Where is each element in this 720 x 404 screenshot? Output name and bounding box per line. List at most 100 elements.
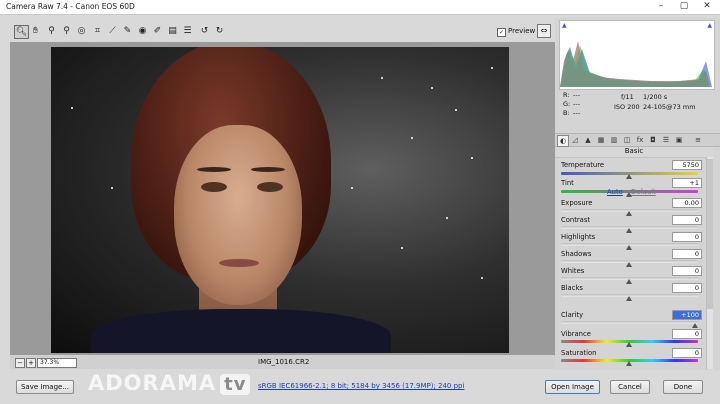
clarity-knob[interactable] [692,323,698,328]
panel-scrollbar[interactable] [706,157,713,369]
white-balance-tool-icon[interactable]: ⚲ [45,25,58,37]
clarity-slider[interactable] [561,321,698,324]
detail-tab-icon[interactable]: ▲ [583,135,593,145]
blacks-knob[interactable] [626,296,632,301]
r-value: --- [573,91,581,99]
left-brow [197,167,231,172]
crop-tool-icon[interactable]: ⌗ [91,25,104,37]
snapshots-tab-icon[interactable]: ▣ [674,135,684,145]
maximize-button[interactable]: ▢ [673,0,695,13]
temperature-label: Temperature [561,161,605,169]
fullscreen-toggle-icon[interactable]: ⇔ [537,24,551,38]
red-eye-tool-icon[interactable]: ◉ [136,25,149,37]
preferences-tool-icon[interactable]: ☰ [181,25,194,37]
adorama-watermark: ADORAMA tv [88,371,251,395]
vibrance-knob[interactable] [626,342,632,347]
done-button[interactable]: Done [663,380,703,394]
targeted-adjustment-tool-icon[interactable]: ◎ [75,25,88,37]
title-bar: Camera Raw 7.4 - Canon EOS 60D – ▢ ✕ [0,0,720,15]
zoom-tool-icon[interactable]: 🔍︎ [14,25,29,39]
iso-value: ISO 200 [614,103,640,111]
whites-label: Whites [561,267,585,275]
left-eye [201,182,227,192]
graduated-filter-tool-icon[interactable]: ▤ [166,25,179,37]
basic-tab-icon[interactable]: ◐ [557,135,569,147]
spot-removal-tool-icon[interactable]: ✎ [121,25,134,37]
hand-tool-icon[interactable]: ✋︎ [29,25,42,37]
shutter-speed: 1/200 s [643,93,668,101]
panel-menu-icon[interactable]: ≡ [693,135,703,145]
check-icon: ✓ [497,28,506,37]
portrait-photo [51,47,509,353]
close-button[interactable]: ✕ [696,0,718,13]
right-eye [257,182,283,192]
exposure-value[interactable]: 0.00 [672,198,702,208]
window-title: Camera Raw 7.4 - Canon EOS 60D [6,2,135,11]
temperature-value[interactable]: 5750 [672,160,702,170]
preview-label: Preview [508,27,536,35]
cancel-button[interactable]: Cancel [610,380,650,394]
aperture: f/11 [621,93,634,101]
saturation-knob[interactable] [626,361,632,366]
contrast-label: Contrast [561,216,591,224]
g-label: G: [563,100,571,108]
lens-corrections-tab-icon[interactable]: ◫ [622,135,632,145]
shadows-knob[interactable] [626,262,632,267]
blacks-value[interactable]: 0 [672,283,702,293]
hsl-tab-icon[interactable]: ▦ [596,135,606,145]
clarity-value[interactable]: +100 [672,310,702,320]
open-image-button[interactable]: Open Image [545,380,600,394]
whites-value[interactable]: 0 [672,266,702,276]
status-bar: − + 37.3% IMG_1016.CR2 [10,355,555,369]
clarity-label: Clarity [561,311,584,319]
highlights-value[interactable]: 0 [672,232,702,242]
split-toning-tab-icon[interactable]: ▥ [609,135,619,145]
presets-tab-icon[interactable]: ☰ [661,135,671,145]
preview-checkbox[interactable]: ✓ Preview [497,27,535,37]
save-image-button[interactable]: Save Image... [16,380,74,394]
zoom-in-button[interactable]: + [26,358,36,368]
highlights-knob[interactable] [626,245,632,250]
histogram: ▲ ▲ [559,20,715,90]
rotate-right-icon[interactable]: ↻ [213,25,226,37]
contrast-value[interactable]: 0 [672,215,702,225]
jacket-region [91,309,391,353]
camera-info: R: --- G: --- B: --- f/11 1/200 s ISO 20… [559,91,713,131]
whites-knob[interactable] [626,279,632,284]
temperature-knob[interactable] [626,174,632,179]
saturation-value[interactable]: 0 [672,348,702,358]
camera-calibration-tab-icon[interactable]: ◘ [648,135,658,145]
zoom-out-button[interactable]: − [15,358,25,368]
bottom-bar: Save Image... ADORAMA tv sRGB IEC61966-2.… [0,370,720,404]
color-sampler-tool-icon[interactable]: ⚲ [60,25,73,37]
exposure-knob[interactable] [626,211,632,216]
zoom-level-select[interactable]: 37.3% [37,358,77,368]
tool-bar: 🔍︎ ✋︎ ⚲ ⚲ ◎ ⌗ ⟋ ✎ ◉ ✐ ▤ ☰ ↺ ↻ ✓ Preview ⇔ [0,18,555,42]
minimize-button[interactable]: – [650,0,672,13]
highlights-label: Highlights [561,233,596,241]
shadow-clip-warning-icon[interactable]: ▲ [562,22,567,29]
tint-value[interactable]: +1 [672,178,702,188]
vibrance-value[interactable]: 0 [672,329,702,339]
contrast-knob[interactable] [626,228,632,233]
adjustment-brush-tool-icon[interactable]: ✐ [151,25,164,37]
effects-tab-icon[interactable]: fx [635,135,645,145]
highlight-clip-warning-icon[interactable]: ▲ [707,22,712,29]
straighten-tool-icon[interactable]: ⟋ [106,25,119,37]
right-brow [251,167,285,172]
image-canvas[interactable] [10,42,555,355]
mouth [219,259,259,267]
scrollbar-thumb[interactable] [707,159,713,309]
panel-tabs: ◐ ◿ ▲ ▦ ▥ ◫ fx ◘ ☰ ▣ ≡ [555,133,720,147]
workflow-options-link[interactable]: sRGB IEC61966-2.1; 8 bit; 5184 by 3456 (… [258,382,464,390]
tone-curve-tab-icon[interactable]: ◿ [570,135,580,145]
default-link[interactable]: Default [631,188,656,196]
lens-focal: 24-105@73 mm [643,103,696,111]
shadows-value[interactable]: 0 [672,249,702,259]
saturation-label: Saturation [561,349,597,357]
exposure-label: Exposure [561,199,593,207]
auto-link[interactable]: Auto [607,188,623,196]
rotate-left-icon[interactable]: ↺ [198,25,211,37]
image-filename: IMG_1016.CR2 [258,358,310,366]
section-title: Basic [555,147,713,158]
